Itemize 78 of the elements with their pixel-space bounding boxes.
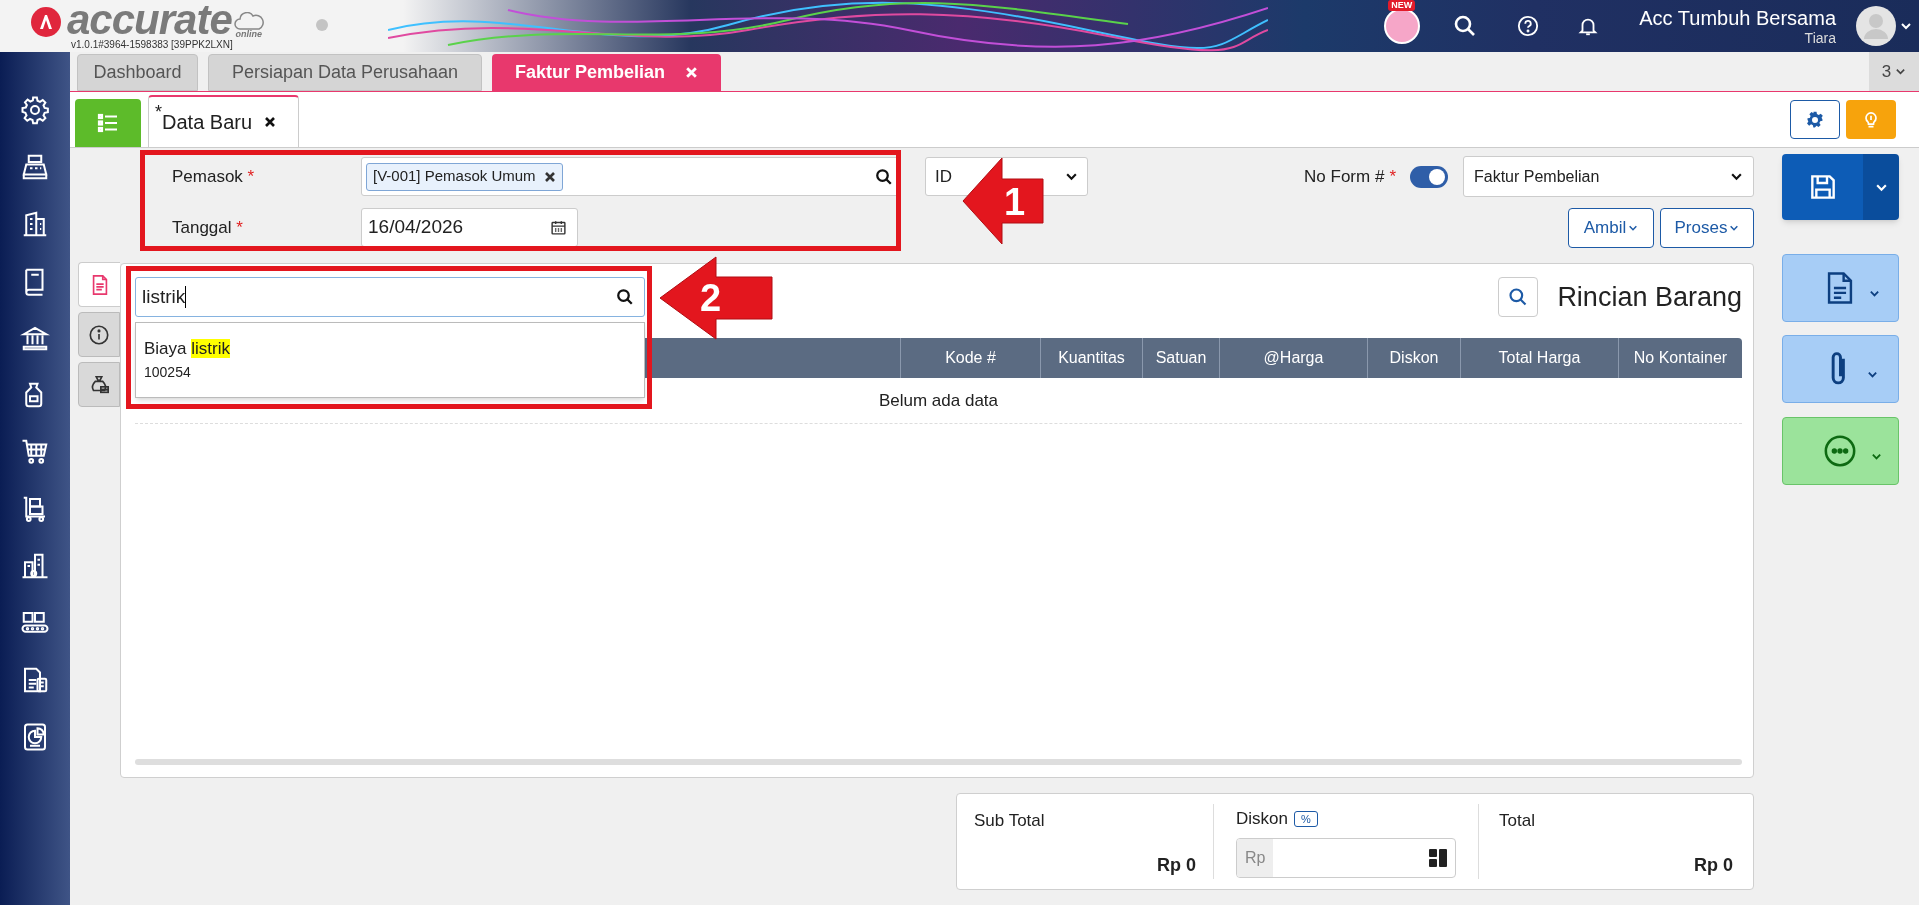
required-mark: *: [1389, 165, 1396, 188]
tag-label: [V-001] Pemasok Umum: [373, 166, 536, 187]
search-icon[interactable]: [616, 288, 634, 306]
tab[interactable]: Dashboard: [77, 54, 198, 91]
user-name: Tiara: [1804, 30, 1836, 46]
version-text: v1.0.1#3964-1598383 [39PPK2LXN]: [71, 39, 234, 51]
field-label: Pemasok: [172, 166, 243, 186]
settings-icon: [1806, 110, 1824, 129]
total-value: Rp 0: [1694, 854, 1733, 877]
section-title: Rincian Barang: [1557, 280, 1742, 314]
column-header: Kuantitas: [1040, 338, 1142, 378]
scrollbar[interactable]: [135, 759, 1742, 765]
settings-icon[interactable]: [20, 95, 50, 125]
side-tab[interactable]: [78, 262, 120, 307]
company-name: Acc Tumbuh Bersama: [1639, 6, 1836, 30]
column-header: No Kontainer: [1618, 338, 1742, 378]
discount-label: Diskon: [1236, 808, 1288, 830]
auto-number-toggle[interactable]: [1410, 165, 1448, 188]
callout-number: 2: [700, 276, 722, 320]
cart-icon[interactable]: [20, 437, 50, 467]
field-label: No Form #: [1304, 165, 1385, 188]
tab-label[interactable]: Data Baru: [162, 107, 253, 137]
supplier-tag[interactable]: [V-001] Pemasok Umum: [366, 162, 563, 191]
chevron-down-icon[interactable]: [1900, 20, 1912, 32]
column-header: Satuan: [1142, 338, 1219, 378]
column-header: Kode #: [900, 338, 1040, 378]
search-button[interactable]: [1498, 277, 1539, 317]
result-code: 100254: [144, 363, 191, 382]
form-type-select[interactable]: Faktur Pembelian: [1463, 156, 1754, 197]
cash-register-icon[interactable]: [20, 152, 50, 182]
empty-message: Belum ada data: [878, 389, 999, 412]
form-tab[interactable]: *Data Baru: [148, 95, 299, 147]
side-tab[interactable]: [78, 362, 120, 407]
cloud-icon: [233, 12, 264, 30]
user-avatar-icon[interactable]: [1856, 6, 1896, 46]
settings-button[interactable]: [1790, 100, 1840, 139]
modified-mark: *: [155, 101, 162, 124]
date-field[interactable]: 16/04/2026: [361, 208, 578, 247]
subtotal-label: Sub Total: [974, 810, 1046, 832]
help-icon[interactable]: [1517, 15, 1540, 37]
logo-icon: [31, 7, 61, 37]
column-header: @Harga: [1219, 338, 1367, 378]
avatar-icon[interactable]: [1384, 8, 1421, 44]
more-icon: [1823, 434, 1857, 468]
new-badge: NEW: [1388, 0, 1416, 11]
column-header: Diskon: [1367, 338, 1460, 378]
currency-prefix: Rp: [1237, 838, 1274, 877]
logo-subtitle: online: [235, 30, 263, 39]
item-search-field[interactable]: listrik: [135, 277, 645, 317]
side-tab[interactable]: [78, 312, 120, 357]
tab-overflow-button[interactable]: 3: [1869, 52, 1919, 91]
dropdown-button[interactable]: Proses: [1660, 207, 1754, 248]
document-button[interactable]: [1782, 254, 1899, 322]
warehouse-icon[interactable]: [20, 551, 50, 581]
required-mark: *: [236, 217, 243, 237]
logo-text: accurate: [67, 1, 232, 39]
tab[interactable]: Persiapan Data Perusahaan: [208, 54, 482, 91]
search-icon[interactable]: [875, 167, 893, 186]
close-icon[interactable]: [264, 116, 277, 128]
more-button[interactable]: [1782, 417, 1899, 485]
remove-icon[interactable]: [543, 170, 556, 183]
field-label: Tanggal: [172, 217, 232, 237]
required-mark: *: [247, 166, 255, 186]
tab[interactable]: Faktur Pembelian: [492, 54, 721, 91]
percent-toggle[interactable]: %: [1293, 810, 1318, 827]
column-header: Total Harga: [1460, 338, 1618, 378]
result-name[interactable]: Biaya listrik: [144, 337, 230, 361]
calendar-icon[interactable]: [550, 219, 567, 236]
save-button[interactable]: [1782, 154, 1863, 220]
subtotal-value: Rp 0: [1157, 854, 1196, 877]
info-icon: [88, 323, 110, 346]
document-icon: [1825, 271, 1855, 305]
dropdown-button[interactable]: Ambil: [1568, 207, 1654, 248]
attachment-button[interactable]: [1782, 335, 1899, 403]
total-label: Total: [1499, 810, 1536, 832]
search-icon: [1508, 287, 1529, 307]
list-icon: [96, 111, 120, 135]
chevron-down-icon: [1895, 66, 1907, 77]
